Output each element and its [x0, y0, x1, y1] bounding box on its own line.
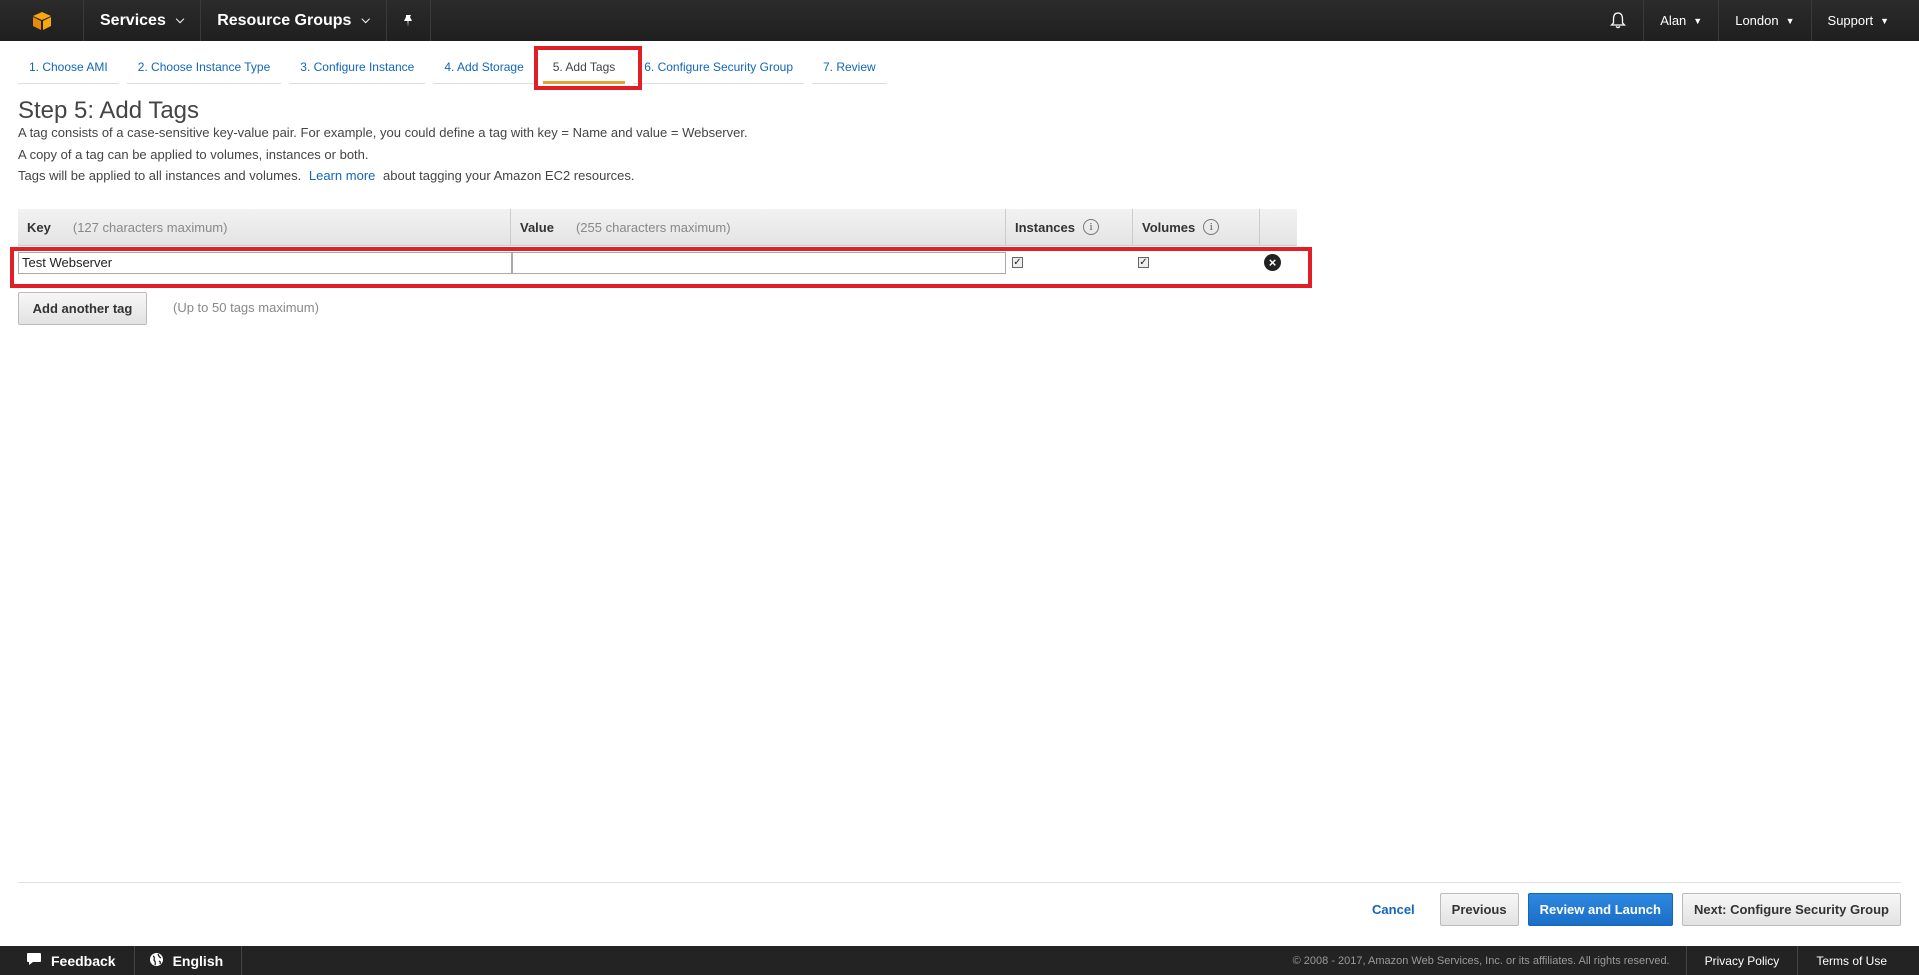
caret-down-icon: ▼ [1880, 15, 1889, 26]
tab-add-storage[interactable]: 4. Add Storage [433, 52, 535, 84]
value-hint: (255 characters maximum) [575, 219, 731, 235]
region-menu[interactable]: London ▼ [1718, 0, 1810, 41]
user-label: Alan [1660, 13, 1687, 28]
key-column-header: Key (127 characters maximum) [18, 208, 511, 246]
feedback-label: Feedback [51, 952, 116, 969]
remove-tag-icon[interactable]: × [1264, 254, 1281, 271]
next-button[interactable]: Next: Configure Security Group [1681, 893, 1901, 926]
description-text: about tagging your Amazon EC2 resources. [383, 168, 635, 183]
key-header-label: Key [27, 219, 51, 235]
tag-key-input[interactable] [18, 251, 512, 274]
volumes-header-label: Volumes [1142, 219, 1196, 235]
review-and-launch-button[interactable]: Review and Launch [1527, 893, 1673, 926]
footer-right: © 2008 - 2017, Amazon Web Services, Inc.… [1293, 946, 1919, 975]
language-selector[interactable]: English [135, 946, 243, 975]
description-line-2: A copy of a tag can be applied to volume… [18, 147, 369, 162]
services-label: Services [100, 11, 166, 29]
tab-configure-instance[interactable]: 3. Configure Instance [289, 52, 426, 84]
cancel-link[interactable]: Cancel [1372, 902, 1415, 917]
volumes-cell: ✓ [1133, 257, 1260, 268]
wizard-actions: Cancel Previous Review and Launch Next: … [1372, 893, 1901, 926]
description-line-1: A tag consists of a case-sensitive key-v… [18, 125, 748, 140]
wizard-tabs: 1. Choose AMI 2. Choose Instance Type 3.… [18, 52, 895, 84]
remove-cell: × [1260, 254, 1281, 271]
tab-choose-instance-type[interactable]: 2. Choose Instance Type [126, 52, 282, 84]
pin-icon[interactable] [387, 0, 431, 41]
tab-choose-ami[interactable]: 1. Choose AMI [18, 52, 119, 84]
speech-bubble-icon [26, 952, 42, 969]
tab-configure-security-group[interactable]: 6. Configure Security Group [633, 52, 804, 84]
instances-checkbox[interactable]: ✓ [1012, 257, 1023, 268]
table-header: Key (127 characters maximum) Value (255 … [18, 208, 1297, 246]
add-tag-hint: (Up to 50 tags maximum) [173, 300, 319, 315]
volumes-checkbox[interactable]: ✓ [1138, 257, 1149, 268]
table-row: ✓ ✓ × [18, 246, 1297, 279]
learn-more-link[interactable]: Learn more [309, 168, 375, 183]
feedback-button[interactable]: Feedback [0, 946, 135, 975]
description-line-3: Tags will be applied to all instances an… [18, 168, 635, 183]
divider [18, 882, 1901, 883]
aws-logo-icon[interactable] [0, 0, 84, 41]
caret-down-icon: ▼ [1785, 15, 1795, 26]
terms-of-use-link[interactable]: Terms of Use [1797, 946, 1919, 975]
page-title: Step 5: Add Tags [18, 97, 200, 124]
tab-review[interactable]: 7. Review [812, 52, 887, 84]
tags-table: Key (127 characters maximum) Value (255 … [18, 208, 1297, 279]
previous-button[interactable]: Previous [1439, 893, 1519, 926]
value-column-header: Value (255 characters maximum) [511, 208, 1006, 246]
nav-right: Alan ▼ London ▼ Support ▼ [1593, 0, 1919, 41]
instances-cell: ✓ [1006, 257, 1133, 268]
info-icon[interactable]: i [1082, 219, 1099, 235]
tag-value-input[interactable] [512, 251, 1006, 274]
value-header-label: Value [520, 219, 554, 235]
support-menu[interactable]: Support ▼ [1810, 0, 1919, 41]
footer: Feedback English © 2008 - 2017, Amazon W… [0, 946, 1919, 975]
description-text: Tags will be applied to all instances an… [18, 168, 302, 183]
tab-add-tags[interactable]: 5. Add Tags [542, 52, 626, 84]
add-another-tag-button[interactable]: Add another tag [18, 292, 147, 325]
services-menu[interactable]: Services ⌵ [84, 0, 202, 41]
chevron-down-icon: ⌵ [361, 14, 370, 26]
instances-column-header: Instances i [1006, 208, 1133, 246]
top-nav: Services ⌵ Resource Groups ⌵ Alan ▼ Lond… [0, 0, 1919, 41]
resource-groups-label: Resource Groups [217, 11, 352, 29]
chevron-down-icon: ⌵ [175, 14, 185, 26]
resource-groups-menu[interactable]: Resource Groups ⌵ [201, 0, 387, 41]
key-hint: (127 characters maximum) [72, 219, 228, 235]
user-menu[interactable]: Alan ▼ [1643, 0, 1718, 41]
region-label: London [1735, 13, 1779, 28]
info-icon[interactable]: i [1203, 219, 1220, 235]
language-label: English [172, 952, 224, 969]
privacy-policy-link[interactable]: Privacy Policy [1685, 946, 1798, 975]
support-label: Support [1827, 13, 1874, 28]
globe-icon [149, 952, 164, 970]
volumes-column-header: Volumes i [1133, 208, 1260, 246]
instances-header-label: Instances [1015, 219, 1075, 235]
caret-down-icon: ▼ [1693, 15, 1703, 26]
copyright-text: © 2008 - 2017, Amazon Web Services, Inc.… [1292, 954, 1670, 967]
bell-icon[interactable] [1593, 0, 1643, 41]
